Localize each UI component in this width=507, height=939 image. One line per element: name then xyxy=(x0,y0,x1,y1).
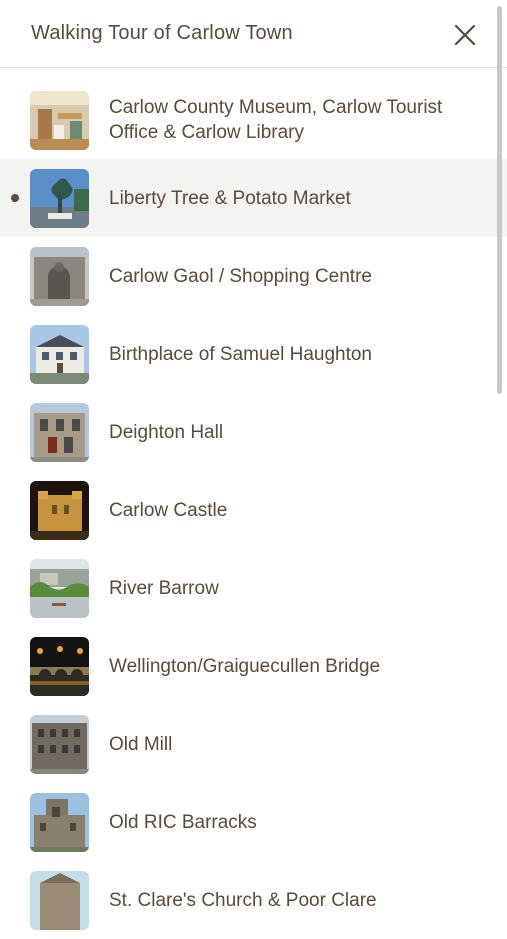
stop-label: Wellington/Graiguecullen Bridge xyxy=(109,655,381,677)
tour-stop-list: Carlow County Museum, Carlow Tourist Off… xyxy=(0,81,507,939)
stop-thumbnail xyxy=(30,793,89,852)
stop-thumbnail xyxy=(30,871,89,930)
list-item[interactable]: Wellington/Graiguecullen Bridge xyxy=(0,627,507,705)
stop-label: Carlow Gaol / Shopping Centre xyxy=(109,265,372,287)
list-item[interactable]: Old RIC Barracks xyxy=(0,783,507,861)
list-item[interactable]: Deighton Hall xyxy=(0,393,507,471)
header: Walking Tour of Carlow Town xyxy=(0,0,507,68)
list-item[interactable]: St. Clare's Church & Poor Clare xyxy=(0,861,507,939)
stop-label: Deighton Hall xyxy=(109,421,224,443)
list-item[interactable]: Liberty Tree & Potato Market xyxy=(0,159,507,237)
list-item[interactable]: Old Mill xyxy=(0,705,507,783)
close-button[interactable] xyxy=(452,22,478,48)
page-title: Walking Tour of Carlow Town xyxy=(31,22,293,44)
stop-thumbnail xyxy=(30,325,89,384)
stop-thumbnail xyxy=(30,481,89,540)
stop-label: Old RIC Barracks xyxy=(109,811,257,833)
stop-thumbnail xyxy=(30,637,89,696)
stop-label: Birthplace of Samuel Haughton xyxy=(109,343,372,365)
current-stop-indicator xyxy=(11,194,19,202)
list-item[interactable]: Birthplace of Samuel Haughton xyxy=(0,315,507,393)
list-item[interactable]: River Barrow xyxy=(0,549,507,627)
stop-thumbnail xyxy=(30,403,89,462)
stop-label: River Barrow xyxy=(109,577,219,599)
stop-label: Liberty Tree & Potato Market xyxy=(109,187,351,209)
stop-thumbnail xyxy=(30,91,89,150)
stop-thumbnail xyxy=(30,169,89,228)
list-item[interactable]: Carlow County Museum, Carlow Tourist Off… xyxy=(0,81,507,159)
list-item[interactable]: Carlow Castle xyxy=(0,471,507,549)
list-item[interactable]: Carlow Gaol / Shopping Centre xyxy=(0,237,507,315)
stop-label: Old Mill xyxy=(109,733,173,755)
close-icon xyxy=(454,24,476,46)
stop-thumbnail xyxy=(30,715,89,774)
stop-label: Carlow Castle xyxy=(109,499,228,521)
stop-label: Carlow County Museum, Carlow Tourist Off… xyxy=(109,97,443,143)
stop-label: St. Clare's Church & Poor Clare xyxy=(109,889,377,911)
stop-thumbnail xyxy=(30,559,89,618)
stop-thumbnail xyxy=(30,247,89,306)
scrollbar[interactable] xyxy=(497,6,502,394)
